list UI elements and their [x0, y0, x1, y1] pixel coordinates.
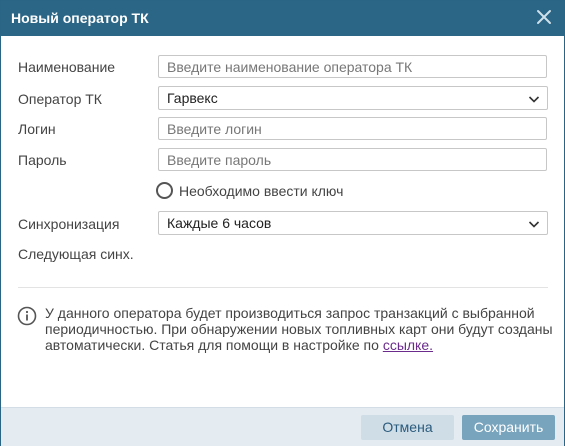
operator-select[interactable]: Гарвекс: [158, 86, 548, 110]
save-button[interactable]: Сохранить: [462, 415, 555, 440]
info-message: У данного оператора будет производиться …: [45, 305, 553, 353]
divider: [18, 287, 548, 288]
info-icon: [17, 306, 37, 326]
sync-select[interactable]: Каждые 6 часов: [158, 211, 548, 235]
cancel-button[interactable]: Отмена: [361, 415, 454, 440]
password-label: Пароль: [18, 152, 67, 168]
info-text: У данного оператора будет производиться …: [45, 305, 555, 353]
operator-select-value: Гарвекс: [167, 90, 218, 106]
chevron-down-icon: [528, 217, 540, 229]
sync-select-value: Каждые 6 часов: [167, 215, 272, 231]
dialog-footer: Отмена Сохранить: [1, 407, 564, 446]
close-icon[interactable]: [534, 7, 554, 27]
name-input[interactable]: [158, 55, 547, 78]
next-sync-label: Следующая синх.: [18, 246, 134, 262]
dialog-titlebar: Новый оператор ТК: [1, 1, 564, 36]
name-label: Наименование: [18, 59, 116, 75]
radio-circle-icon[interactable]: [156, 182, 173, 199]
login-input[interactable]: [158, 117, 547, 140]
key-required-label: Необходимо ввести ключ: [179, 183, 344, 199]
password-input[interactable]: [158, 148, 547, 171]
help-link[interactable]: ссылке.: [383, 337, 433, 353]
sync-label: Синхронизация: [18, 216, 120, 232]
operator-label: Оператор ТК: [18, 91, 102, 107]
login-label: Логин: [18, 121, 56, 137]
dialog-title: Новый оператор ТК: [11, 10, 149, 26]
chevron-down-icon: [528, 92, 540, 104]
new-operator-dialog: Новый оператор ТК Наименование Оператор …: [0, 0, 565, 446]
